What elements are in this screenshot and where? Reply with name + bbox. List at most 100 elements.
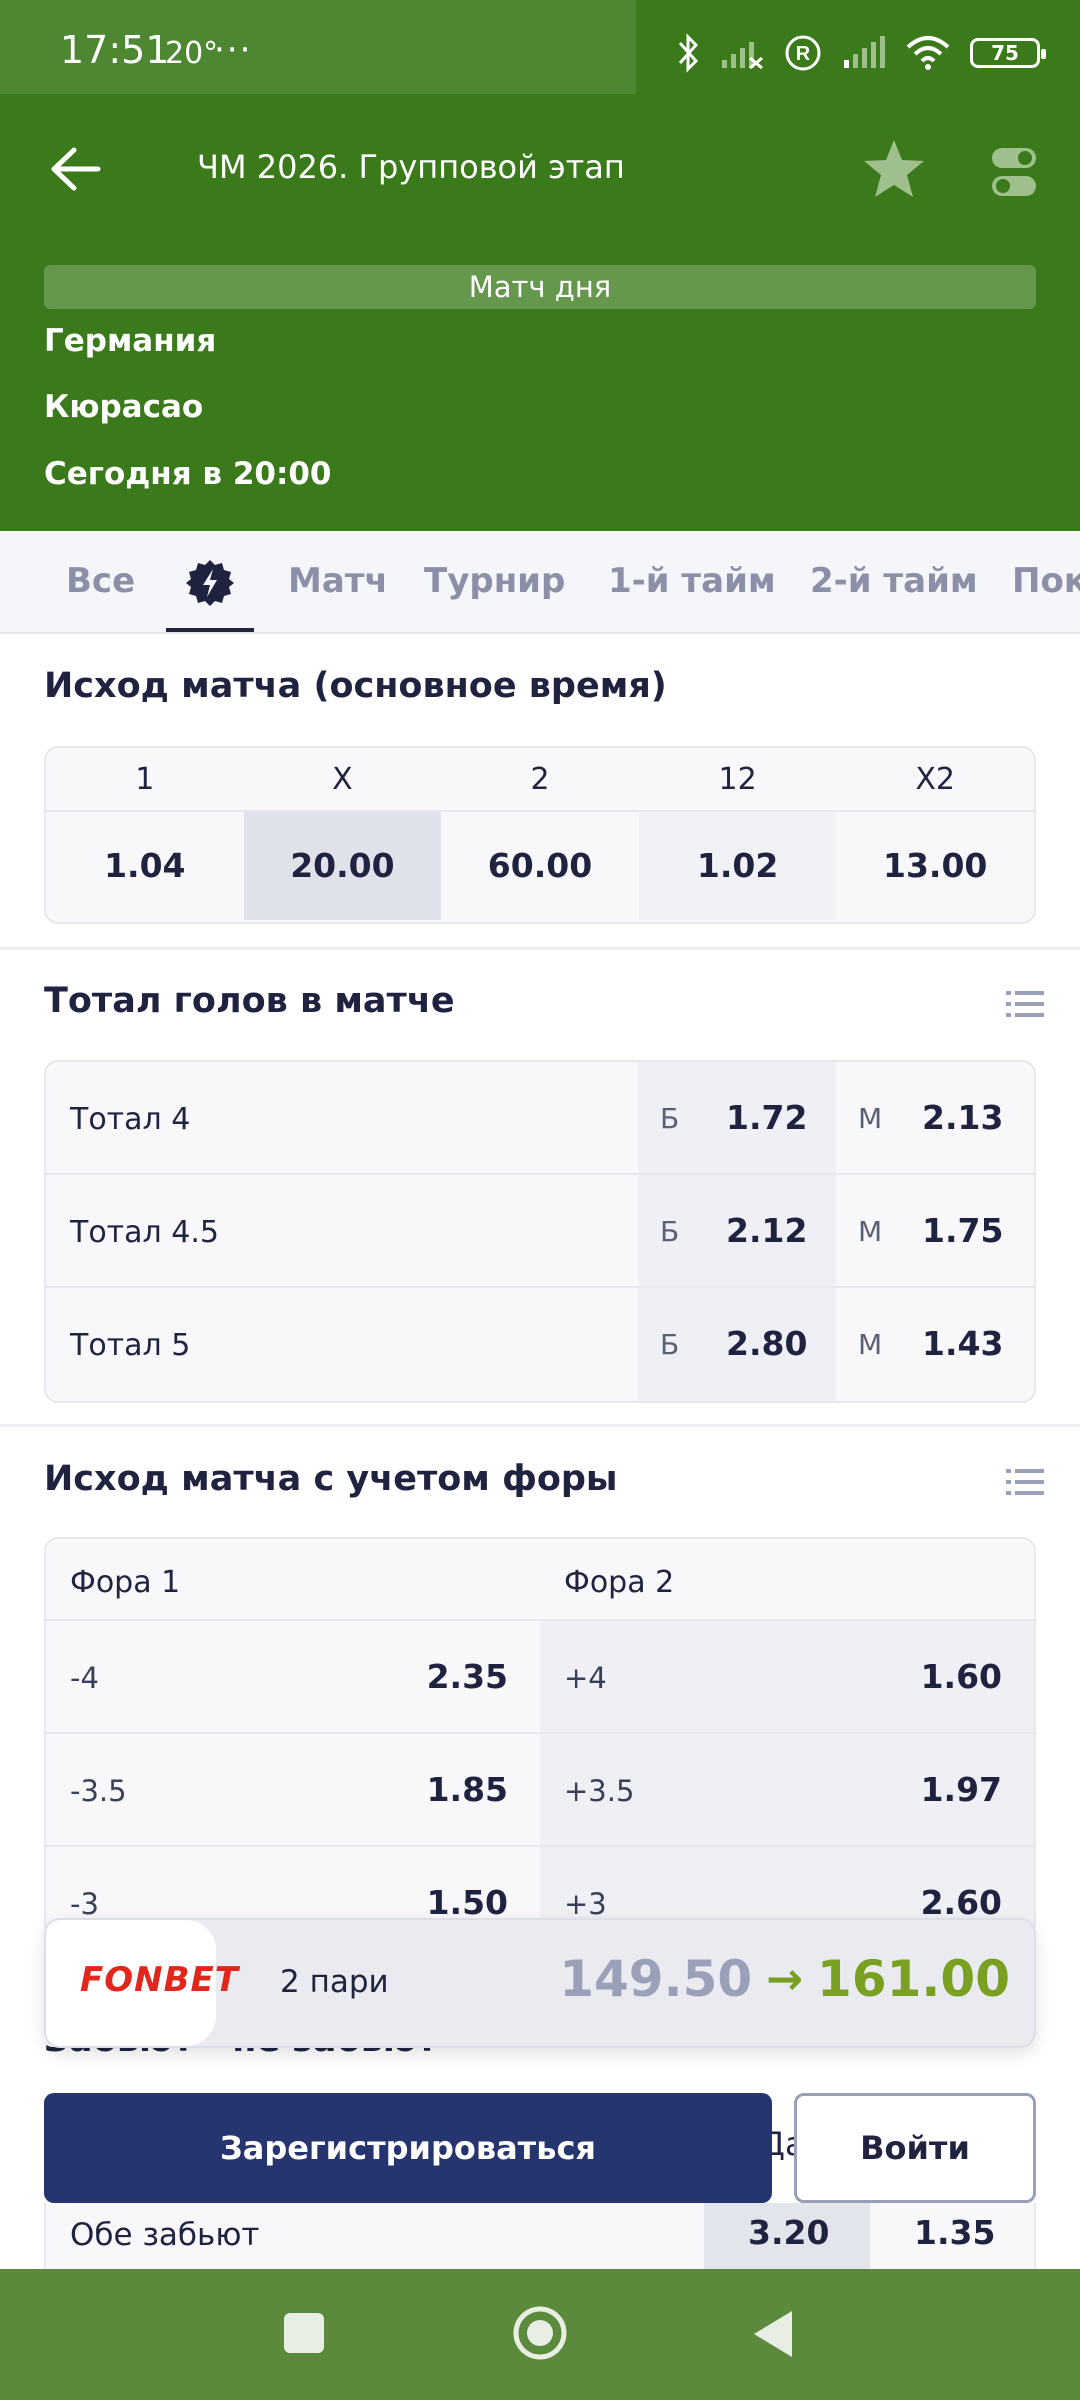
- over-label: Б: [660, 1102, 680, 1135]
- settings-toggle-icon[interactable]: [990, 144, 1038, 200]
- signal-icon: [844, 36, 885, 68]
- both-score-row: Обе забьют 3.20 1.35: [44, 2203, 1036, 2269]
- over-odds[interactable]: 1.72: [726, 1098, 807, 1137]
- total-label: Тотал 4: [70, 1102, 191, 1137]
- totals-card: Тотал 4 Б 1.72 М 2.13 Тотал 4.5 Б 2.12 М…: [44, 1060, 1036, 1403]
- status-icons: R 75: [676, 28, 1046, 78]
- handicap-header: Фора 1 Фора 2: [46, 1539, 1034, 1621]
- system-navigation-bar: [0, 2269, 1080, 2400]
- tab-popular[interactable]: [166, 531, 254, 632]
- handicap-2-odds[interactable]: 1.97: [921, 1770, 1002, 1809]
- tab-more[interactable]: Пок: [1012, 561, 1080, 601]
- tab-first-half[interactable]: 1-й тайм: [608, 561, 776, 601]
- battery-indicator: 75: [970, 38, 1046, 68]
- over-label: Б: [660, 1328, 680, 1361]
- both-score-yes-odds[interactable]: 3.20: [748, 2213, 829, 2252]
- odds-button-1[interactable]: 1.04: [46, 812, 244, 920]
- team-away: Кюрасао: [44, 389, 204, 425]
- fonbet-logo-text: FONBET: [80, 1960, 239, 2000]
- back-triangle-icon[interactable]: [752, 2309, 794, 2359]
- handicap-1-odds[interactable]: 1.50: [427, 1883, 508, 1922]
- both-score-label: Обе забьют: [70, 2217, 260, 2253]
- outcome-grid: 1 X 2 12 X2 1.04 20.00 60.00 1.02 13.00: [46, 748, 1034, 920]
- under-odds[interactable]: 1.43: [922, 1324, 1003, 1363]
- handicap-1-line: -3: [70, 1887, 99, 1921]
- login-button[interactable]: Войти: [794, 2093, 1036, 2203]
- odds-button-12[interactable]: 1.02: [638, 812, 837, 920]
- both-score-no-odds[interactable]: 1.35: [914, 2213, 995, 2252]
- bet-slip-odds: 149.50 → 161.00: [559, 1950, 1010, 2008]
- top-bar: ЧМ 2026. Групповой этап: [0, 124, 1080, 214]
- handicap-row[interactable]: -4 2.35 +4 1.60: [46, 1621, 1034, 1734]
- over-odds[interactable]: 2.12: [726, 1211, 807, 1250]
- totals-section-title: Тотал голов в матче: [44, 981, 455, 1021]
- handicap-2-line: +3.5: [564, 1774, 635, 1808]
- total-label: Тотал 5: [70, 1328, 191, 1363]
- outcome-header-x2: X2: [836, 748, 1034, 812]
- odds-button-2[interactable]: 60.00: [441, 812, 639, 920]
- outcome-header-12: 12: [638, 748, 837, 812]
- outcome-section-title: Исход матча (основное время): [44, 666, 667, 706]
- home-icon[interactable]: [512, 2305, 568, 2361]
- handicap-row[interactable]: -3.5 1.85 +3.5 1.97: [46, 1734, 1034, 1847]
- register-button[interactable]: Зарегистрироваться: [44, 2093, 772, 2203]
- total-row: Тотал 4 Б 1.72 М 2.13: [46, 1062, 1034, 1175]
- under-odds[interactable]: 1.75: [922, 1211, 1003, 1250]
- back-arrow-icon[interactable]: [50, 146, 102, 192]
- match-start-time: Сегодня в 20:00: [44, 456, 332, 492]
- total-label: Тотал 4.5: [70, 1215, 219, 1250]
- bet-slip-bar[interactable]: FONBET 2 пари 149.50 → 161.00: [44, 1918, 1036, 2048]
- bet-slip-count: 2 пари: [280, 1964, 389, 2000]
- tab-match[interactable]: Матч: [288, 561, 388, 601]
- odds-button-x[interactable]: 20.00: [243, 812, 442, 920]
- tab-tournament[interactable]: Турнир: [424, 561, 565, 601]
- total-row: Тотал 5 Б 2.80 М 1.43: [46, 1288, 1034, 1401]
- signal-off-icon: [722, 42, 763, 70]
- handicap-1-odds[interactable]: 1.85: [427, 1770, 508, 1809]
- new-odds: 161.00: [817, 1950, 1010, 2008]
- favorite-star-icon[interactable]: [862, 138, 926, 200]
- handicap-card: Фора 1 Фора 2 -4 2.35 +4 1.60 -3.5 1.85 …: [44, 1537, 1036, 1937]
- under-label: М: [858, 1328, 883, 1361]
- handicap-1-odds[interactable]: 2.35: [427, 1657, 508, 1696]
- under-odds[interactable]: 2.13: [922, 1098, 1003, 1137]
- arrow-right-icon: →: [766, 1953, 804, 2005]
- roaming-icon: R: [785, 35, 821, 71]
- over-odds[interactable]: 2.80: [726, 1324, 807, 1363]
- handicap-2-line: +3: [564, 1887, 607, 1921]
- handicap-1-line: -3.5: [70, 1774, 127, 1808]
- tab-second-half[interactable]: 2-й тайм: [810, 561, 978, 601]
- team-home: Германия: [44, 323, 217, 359]
- status-bar: 17:51 20° ··· R 75: [0, 0, 1080, 106]
- previous-odds: 149.50: [559, 1950, 753, 2008]
- status-time: 17:51: [60, 28, 170, 72]
- odds-button-x2[interactable]: 13.00: [836, 812, 1034, 920]
- match-of-day-badge: Матч дня: [44, 265, 1036, 309]
- section-divider: [0, 947, 1080, 950]
- total-row: Тотал 4.5 Б 2.12 М 1.75: [46, 1175, 1034, 1288]
- handicap-col1: Фора 1: [70, 1565, 181, 1600]
- outcome-card: 1 X 2 12 X2 1.04 20.00 60.00 1.02 13.00: [44, 746, 1036, 924]
- outcome-header-1: 1: [46, 748, 244, 812]
- market-tabs: Все Матч Турнир 1-й тайм 2-й тайм Пок: [0, 531, 1080, 634]
- outcome-header-x: X: [243, 748, 442, 812]
- status-temperature: 20°: [165, 36, 219, 71]
- list-view-icon[interactable]: [1006, 1467, 1044, 1497]
- handicap-section-title: Исход матча с учетом форы: [44, 1459, 618, 1499]
- fonbet-logo: FONBET: [46, 1920, 238, 2046]
- wifi-icon: [906, 36, 950, 70]
- handicap-1-line: -4: [70, 1661, 99, 1695]
- handicap-2-odds[interactable]: 1.60: [921, 1657, 1002, 1696]
- under-label: М: [858, 1102, 883, 1135]
- svg-text:R: R: [796, 43, 811, 65]
- handicap-col2: Фора 2: [564, 1565, 675, 1600]
- tab-all[interactable]: Все: [66, 561, 135, 601]
- under-label: М: [858, 1215, 883, 1248]
- handicap-2-odds[interactable]: 2.60: [921, 1883, 1002, 1922]
- outcome-header-2: 2: [441, 748, 639, 812]
- over-label: Б: [660, 1215, 680, 1248]
- list-view-icon[interactable]: [1006, 989, 1044, 1019]
- page-title: ЧМ 2026. Групповой этап: [197, 148, 625, 186]
- status-more-dots: ···: [214, 30, 253, 70]
- recent-apps-icon[interactable]: [284, 2313, 324, 2353]
